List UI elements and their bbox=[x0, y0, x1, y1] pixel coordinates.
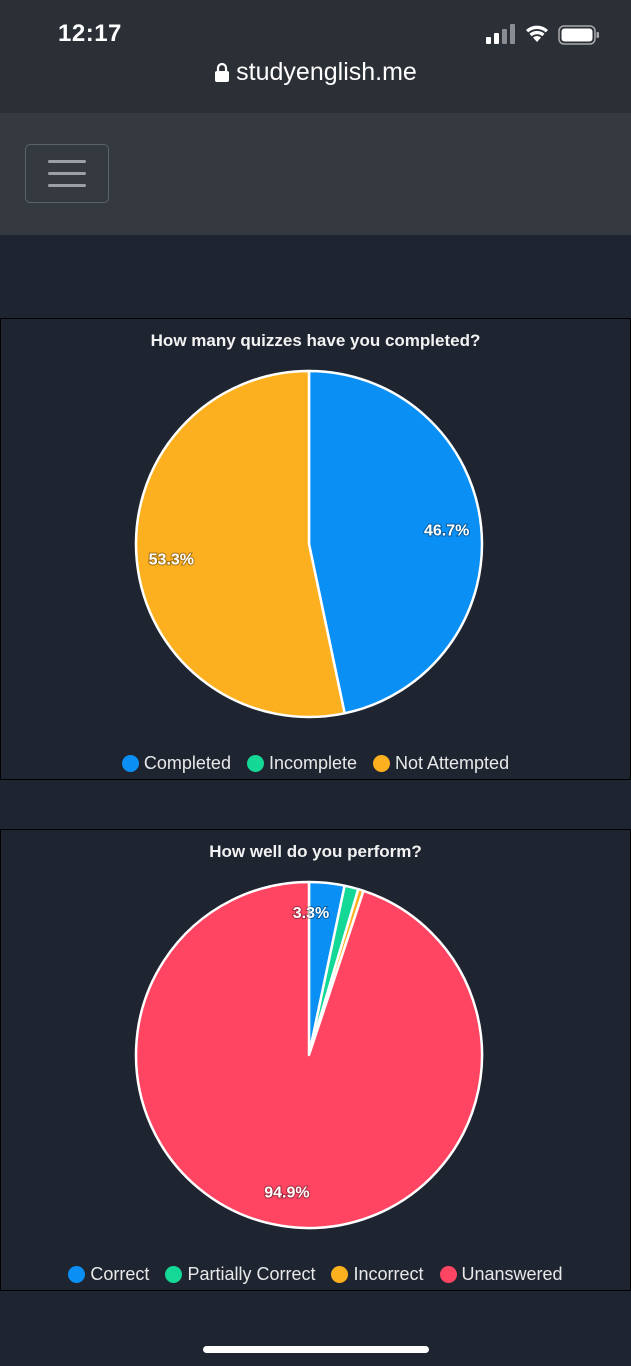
pie-data-label: 94.9% bbox=[264, 1185, 309, 1202]
chart-legend: Correct Partially Correct Incorrect Unanswe… bbox=[1, 1264, 630, 1285]
legend-label: Incomplete bbox=[268, 753, 358, 773]
legend-label: Correct bbox=[90, 1264, 150, 1284]
quiz-completion-pie-chart: 46.7% 53.3% bbox=[134, 369, 484, 719]
pie-data-label: 53.3% bbox=[149, 551, 194, 568]
legend-color-swatch bbox=[121, 755, 139, 772]
pie-slice-unanswered[interactable] bbox=[134, 880, 484, 1230]
legend-color-swatch bbox=[165, 1266, 183, 1283]
legend-item-not-attempted[interactable]: Not Attempted bbox=[373, 753, 509, 774]
legend-color-swatch bbox=[373, 755, 391, 772]
status-bar: 12:17 studyenglish.me bbox=[0, 0, 631, 113]
address-bar[interactable]: studyenglish.me bbox=[0, 58, 631, 87]
legend-label: Incorrect bbox=[353, 1264, 424, 1284]
url-text: studyenglish.me bbox=[236, 58, 417, 86]
legend-label: Unanswered bbox=[461, 1264, 563, 1284]
legend-item-correct[interactable]: Correct bbox=[68, 1264, 149, 1285]
legend-color-swatch bbox=[68, 1266, 86, 1283]
performance-pie-chart: 3.3% 94.9% bbox=[134, 880, 484, 1230]
wifi-icon bbox=[526, 25, 548, 42]
legend-label: Completed bbox=[143, 753, 231, 773]
legend-item-unanswered[interactable]: Unanswered bbox=[439, 1264, 563, 1285]
legend-item-completed[interactable]: Completed bbox=[121, 753, 231, 774]
legend-color-swatch bbox=[246, 755, 264, 772]
quiz-completion-chart-card: How many quizzes have you completed? 46.… bbox=[0, 318, 631, 780]
cellular-signal-icon bbox=[486, 24, 515, 44]
lock-icon bbox=[215, 62, 230, 82]
performance-chart-card: How well do you perform? 3.3% 94.9% Corre… bbox=[0, 829, 631, 1291]
home-indicator bbox=[203, 1346, 429, 1353]
status-time: 12:17 bbox=[58, 20, 122, 47]
legend-item-incorrect[interactable]: Incorrect bbox=[331, 1264, 424, 1285]
pie-data-label: 46.7% bbox=[424, 523, 469, 540]
hamburger-menu-icon-bar bbox=[48, 184, 86, 187]
legend-label: Partially Correct bbox=[187, 1264, 316, 1284]
hamburger-menu-button[interactable] bbox=[25, 144, 109, 203]
chart-legend: Completed Incomplete Not Attempted bbox=[1, 753, 630, 774]
legend-item-incomplete[interactable]: Incomplete bbox=[246, 753, 358, 774]
legend-label: Not Attempted bbox=[395, 753, 510, 773]
hamburger-menu-icon-bar bbox=[48, 172, 86, 175]
pie-data-label: 3.3% bbox=[293, 905, 329, 922]
legend-item-partially-correct[interactable]: Partially Correct bbox=[165, 1264, 315, 1285]
legend-color-swatch bbox=[439, 1266, 457, 1283]
legend-color-swatch bbox=[331, 1266, 349, 1283]
battery-icon bbox=[558, 25, 599, 45]
hamburger-menu-icon-bar bbox=[48, 160, 86, 163]
